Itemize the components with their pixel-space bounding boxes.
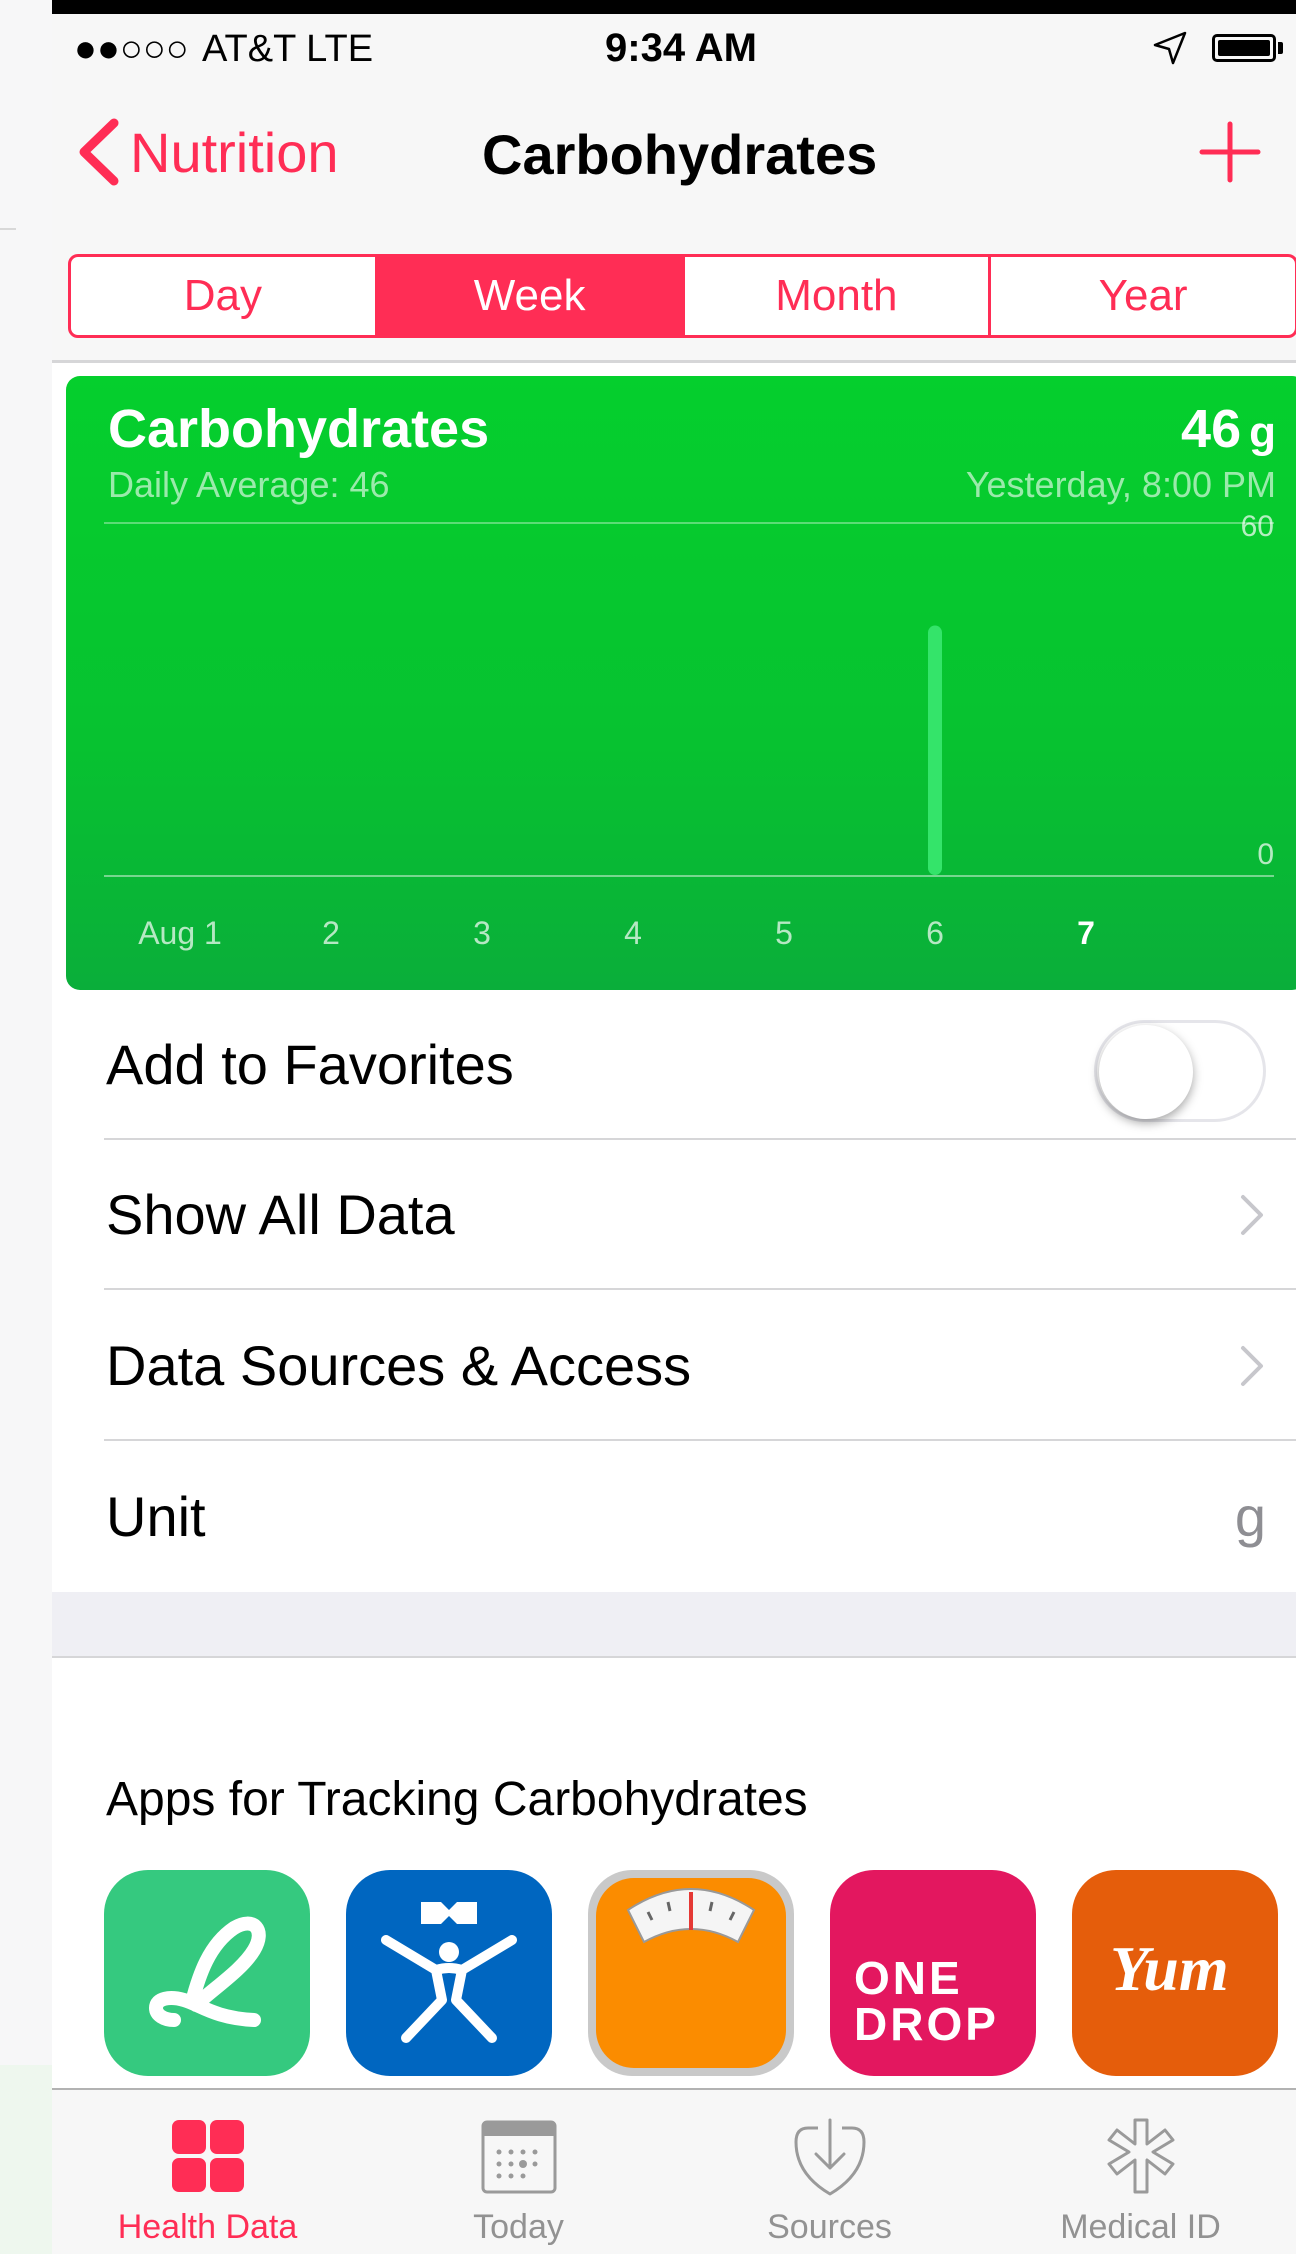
tab-label: Medical ID: [1060, 2208, 1221, 2246]
segment-month[interactable]: Month: [685, 257, 992, 335]
data-sources-label: Data Sources & Access: [106, 1334, 692, 1397]
chart-latest-time: Yesterday, 8:00 PM: [965, 464, 1276, 505]
unit-label: Unit: [106, 1485, 206, 1548]
today-icon: [481, 2120, 556, 2194]
x-tick-label: Aug 1: [138, 915, 222, 951]
tab-bar: Health Data Today Sources Medical ID: [52, 2088, 1296, 2254]
yum-app-icon[interactable]: Yum: [1072, 1870, 1278, 2076]
tab-label: Today: [473, 2208, 564, 2246]
svg-text:ONE: ONE: [854, 1952, 963, 2004]
back-button-label: Nutrition: [130, 120, 339, 184]
x-tick-label: 7: [1077, 915, 1095, 951]
tab-health-data[interactable]: Health Data: [52, 2090, 363, 2254]
x-tick-label: 6: [926, 915, 944, 951]
battery-tip: [1278, 42, 1283, 54]
unit-value: g: [1234, 1485, 1266, 1548]
add-to-favorites-label: Add to Favorites: [106, 1033, 514, 1096]
chart-daily-average: Daily Average: 46: [108, 464, 390, 505]
background-page-strip: [0, 0, 52, 2254]
segment-day[interactable]: Day: [71, 257, 378, 335]
svg-text:DROP: DROP: [854, 1998, 999, 2050]
chevron-left-icon: [79, 118, 119, 186]
x-tick-label: 4: [624, 915, 642, 951]
chevron-right-icon: [1241, 1195, 1263, 1235]
x-tick-label: 5: [775, 915, 793, 951]
status-time: 9:34 AM: [605, 26, 757, 70]
myfitnesspal-app-icon[interactable]: [346, 1870, 552, 2076]
period-segmented-control: Day Week Month Year: [68, 254, 1296, 338]
lifesum-app-icon[interactable]: [104, 1870, 310, 2076]
tab-medical-id[interactable]: Medical ID: [985, 2090, 1296, 2254]
plus-icon[interactable]: [1196, 118, 1264, 186]
x-tick-label: 2: [322, 915, 340, 951]
location-arrow-icon: [1153, 31, 1187, 65]
tab-label: Sources: [767, 2208, 892, 2246]
chevron-right-icon: [1241, 1346, 1263, 1386]
medical-id-icon: [1107, 2118, 1174, 2194]
tab-label: Health Data: [117, 2208, 298, 2246]
phone-screen: ●●○○○ AT&T LTE 9:34 AM Nutrition Carbohy…: [52, 0, 1296, 2254]
health-data-icon: [171, 2120, 244, 2192]
chart-card[interactable]: 60 0 Aug 1 2 3 4 5 6 7 Carbohydrates Daily Avera…: [66, 376, 1296, 990]
apps-heading: Apps for Tracking Carbohydrates: [106, 1773, 808, 1826]
chart-title: Carbohydrates: [108, 399, 490, 459]
show-all-data-label: Show All Data: [106, 1183, 455, 1246]
segment-week[interactable]: Week: [377, 257, 685, 335]
data-sources-row[interactable]: Data Sources & Access: [52, 1291, 1296, 1441]
chart-latest-value: 46 g: [1181, 398, 1276, 460]
section-spacer: [52, 1592, 1296, 1658]
back-button[interactable]: Nutrition: [74, 112, 339, 192]
carrier-label: AT&T LTE: [202, 28, 374, 70]
battery-icon: [1212, 34, 1276, 62]
svg-text:Yum: Yum: [1110, 1933, 1229, 2004]
show-all-data-row[interactable]: Show All Data: [52, 1140, 1296, 1290]
status-bar-top-edge: [52, 0, 1296, 14]
tab-sources[interactable]: Sources: [674, 2090, 985, 2254]
signal-strength: ●●○○○: [74, 28, 189, 70]
nav-separator: [52, 360, 1296, 363]
scale-app-icon[interactable]: [588, 1870, 794, 2076]
unit-row[interactable]: Unit g: [52, 1442, 1296, 1592]
page-title: Carbohydrates: [482, 123, 878, 186]
chart-value-unit: g: [1249, 408, 1276, 457]
chart-value-number: 46: [1181, 399, 1242, 459]
add-to-favorites-row[interactable]: Add to Favorites: [52, 990, 1296, 1140]
y-tick-label: 0: [1257, 838, 1274, 871]
tab-today[interactable]: Today: [363, 2090, 674, 2254]
x-tick-label: 3: [473, 915, 491, 951]
sources-icon: [794, 2118, 865, 2196]
segment-year[interactable]: Year: [991, 257, 1295, 335]
one-drop-app-icon[interactable]: ONE DROP: [830, 1870, 1036, 2076]
y-tick-label: 60: [1241, 510, 1274, 543]
favorites-toggle[interactable]: [1094, 1020, 1266, 1122]
toggle-knob: [1099, 1025, 1193, 1119]
